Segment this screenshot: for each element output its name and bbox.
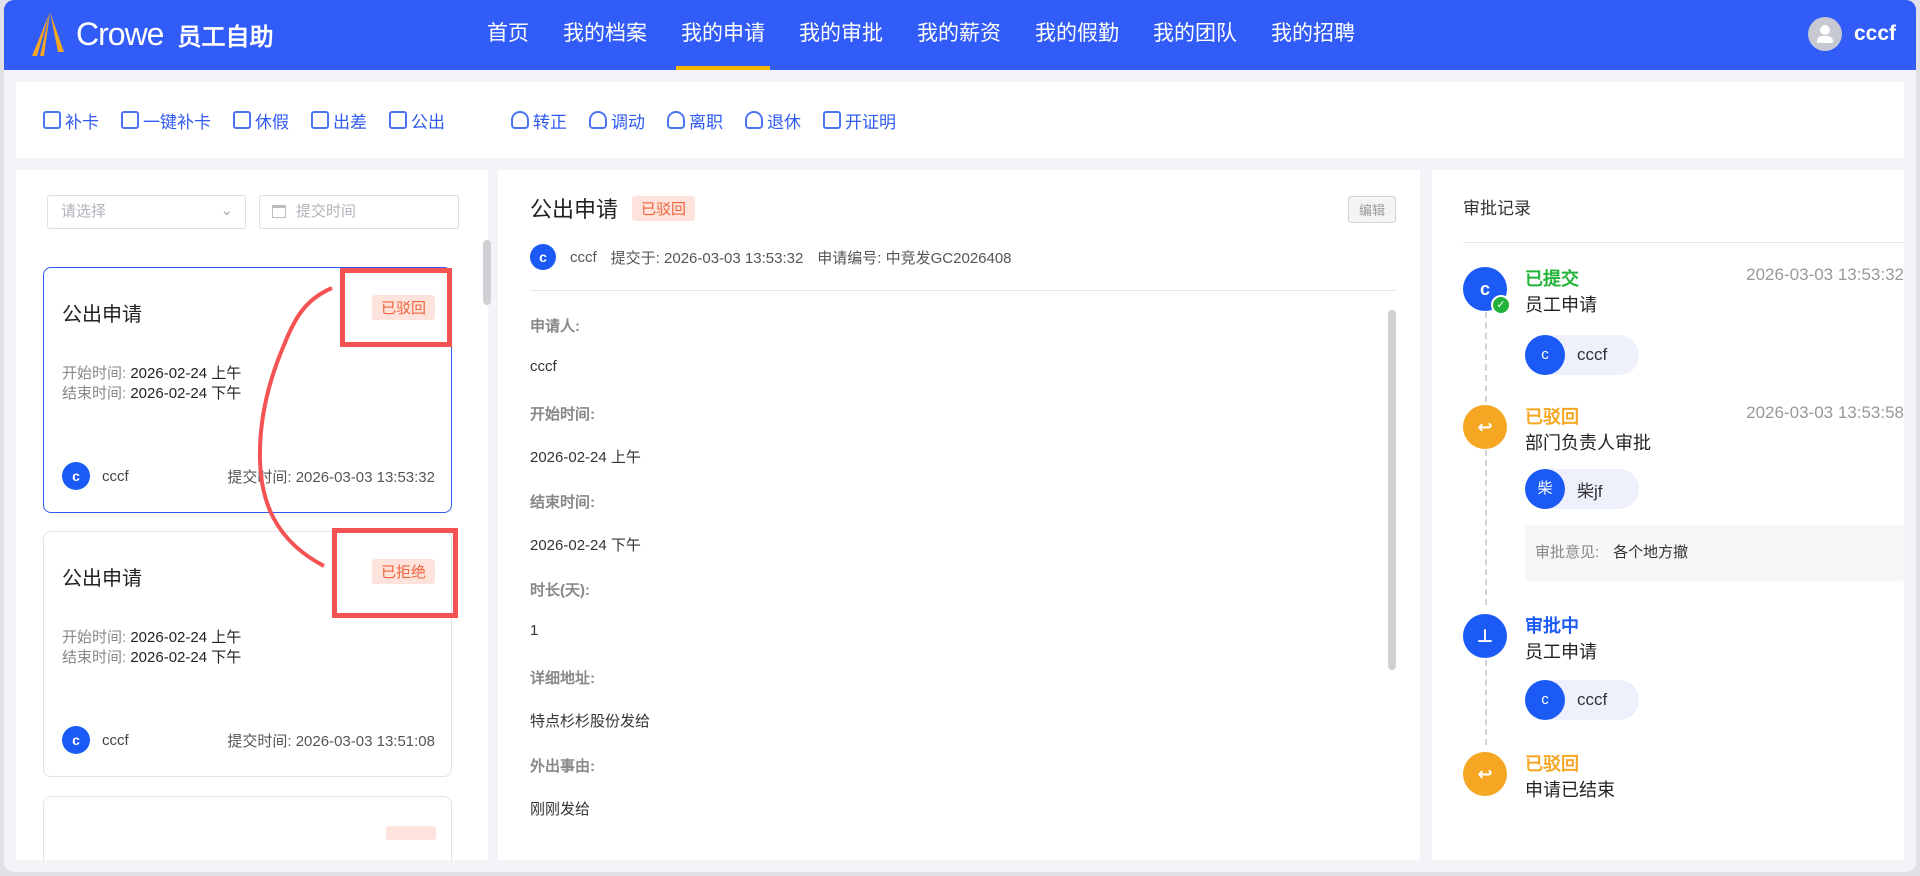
app-window: Crowe 员工自助 首页 我的档案 我的申请 我的审批 我的薪资 我的假勤 我… — [4, 0, 1916, 872]
annotation-curve — [257, 286, 333, 568]
